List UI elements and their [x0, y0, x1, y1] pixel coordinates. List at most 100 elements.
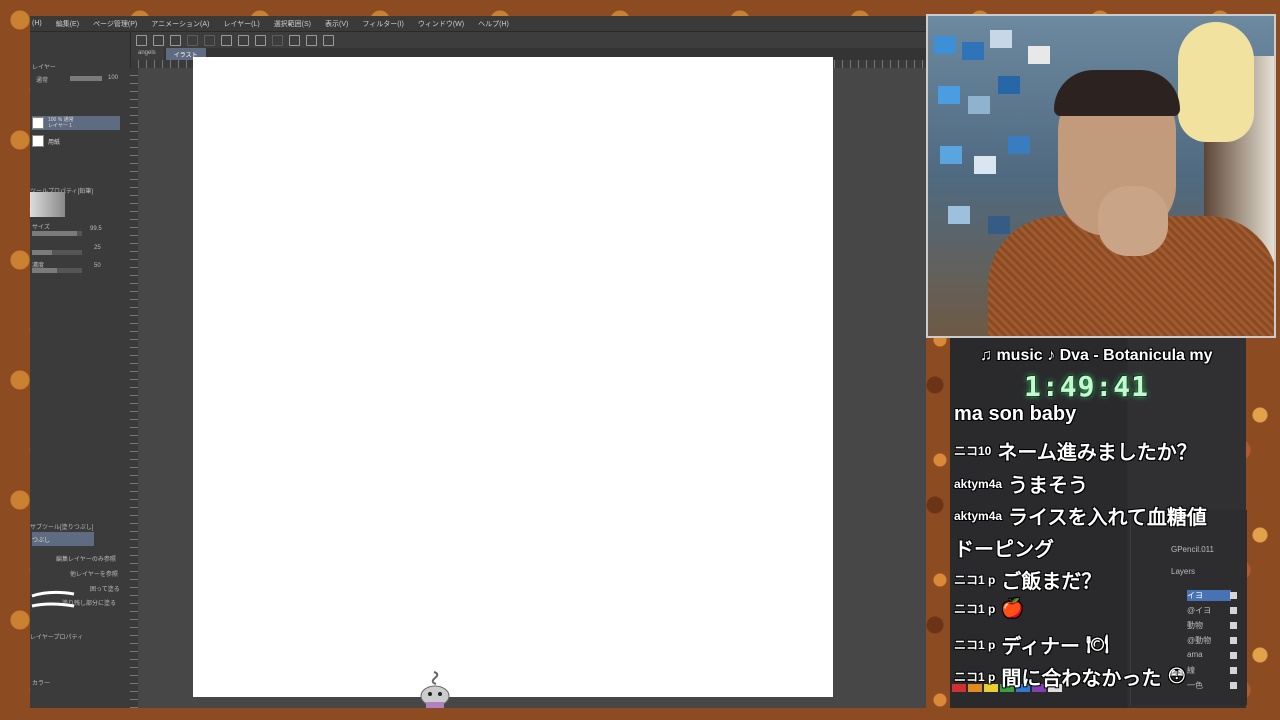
flushed-face-icon: 😳: [1167, 666, 1187, 686]
chat-message: aktym4a うまそう: [954, 469, 1088, 498]
stream-timer: 1:49:41: [1024, 370, 1150, 403]
chat-message: ニコ10 ネーム進みましたか？: [954, 436, 1197, 465]
save-icon[interactable]: [170, 34, 181, 46]
chat-message: ma son baby: [954, 403, 1076, 426]
visibility-checkbox[interactable]: [1230, 682, 1237, 689]
subtool-enclose[interactable]: 囲って塗る: [90, 584, 120, 593]
open-icon[interactable]: [153, 34, 164, 46]
chat-user: ニコ1 p: [954, 638, 996, 652]
plate-icon: 🍽: [1085, 634, 1109, 654]
chat-text: ディナー: [1001, 636, 1080, 658]
blender-layer-0[interactable]: イヨ: [1187, 590, 1231, 601]
command-bar: [130, 32, 926, 48]
menu-item-0[interactable]: (H): [32, 20, 42, 27]
chat-message: aktym4a ライスを入れて血糖値: [954, 501, 1207, 530]
chat-text: ドーピング: [954, 539, 1054, 561]
fill-icon[interactable]: [238, 34, 249, 46]
drawing-canvas[interactable]: [193, 57, 833, 697]
vertical-ruler: [130, 68, 138, 708]
undo-icon[interactable]: [187, 34, 198, 46]
chat-user: aktym4a: [954, 508, 1003, 523]
subtool-ref-edit[interactable]: 編集レイヤーのみ参照: [56, 554, 116, 563]
subtool-title: サブツール[塗りつぶし]: [30, 525, 94, 531]
deselect-icon[interactable]: [272, 34, 283, 46]
plush-toy: [1178, 22, 1254, 142]
visibility-checkbox[interactable]: [1230, 592, 1237, 599]
size-label: サイズ: [32, 225, 50, 231]
value2: 25: [94, 245, 101, 251]
chat-text: 間に合わなかった: [1001, 668, 1162, 690]
menu-item-layer[interactable]: レイヤー(L): [223, 19, 259, 29]
chat-user: ニコ1 p: [954, 602, 996, 616]
menu-item-animation[interactable]: アニメーション(A): [151, 19, 209, 29]
visibility-checkbox[interactable]: [1230, 667, 1237, 674]
chat-text: ネーム進みましたか？: [997, 442, 1197, 464]
opacity-value: 100: [108, 75, 119, 81]
layer-row-1[interactable]: 100 % 通常 レイヤー 1: [32, 116, 120, 130]
density-slider[interactable]: [32, 268, 82, 273]
redo-icon[interactable]: [204, 34, 215, 46]
now-playing: ♫ music ♪ Dva - Botanicula my: [980, 347, 1213, 364]
pen-icon[interactable]: [289, 34, 300, 46]
menu-item-edit[interactable]: 編集(E): [56, 19, 79, 29]
density-value: 50: [94, 263, 101, 269]
blender-layer-1[interactable]: @イヨ: [1187, 605, 1211, 616]
blender-layers-title: Layers: [1171, 567, 1196, 576]
transform-icon[interactable]: [255, 34, 266, 46]
size-slider[interactable]: [32, 231, 82, 236]
blender-layer-3[interactable]: @動物: [1187, 635, 1211, 646]
brush-preview: [30, 192, 65, 217]
subtool-selected-label: つぶし: [32, 537, 51, 544]
blender-layer-2[interactable]: 動物: [1187, 620, 1203, 631]
cat-mascot-icon: [420, 671, 450, 708]
chat-user: aktym4a: [954, 476, 1003, 491]
chat-message: ニコ1 p 🍎: [954, 598, 1024, 619]
subtool-ref-other[interactable]: 他レイヤーを参照: [70, 569, 118, 578]
clear-icon[interactable]: [221, 34, 232, 46]
ruler-icon[interactable]: [306, 34, 317, 46]
visibility-checkbox[interactable]: [1230, 607, 1237, 614]
menu-item-selection[interactable]: 選択範囲(S): [274, 19, 311, 29]
visibility-checkbox[interactable]: [1230, 622, 1237, 629]
visibility-checkbox[interactable]: [1230, 652, 1237, 659]
chat-text: ご飯まだ？: [1001, 571, 1102, 593]
left-panel: レイヤー 通常 100 100 % 通常 レイヤー 1 用紙 ツールプロパティ[…: [30, 32, 131, 708]
layer-property-title: レイヤープロパティ: [30, 635, 84, 641]
person-hand: [1098, 186, 1168, 256]
visibility-checkbox[interactable]: [1230, 637, 1237, 644]
chat-message: ニコ1 p ご飯まだ？: [954, 565, 1101, 594]
menu-item-filter[interactable]: フィルター(I): [362, 19, 403, 29]
menu-bar: (H) 編集(E) ページ管理(P) アニメーション(A) レイヤー(L) 選択…: [30, 16, 926, 32]
opacity-slider[interactable]: [70, 76, 102, 81]
tab-angels[interactable]: angels: [130, 48, 164, 60]
layer-name: 用紙: [48, 139, 61, 146]
chat-user: ニコ10: [954, 444, 992, 458]
layer-row-paper[interactable]: 用紙: [32, 134, 120, 148]
new-file-icon[interactable]: [136, 34, 147, 46]
layer-thumbnail: [32, 117, 44, 129]
color-label[interactable]: カラー: [32, 678, 50, 687]
menu-item-help[interactable]: ヘルプ(H): [478, 19, 509, 29]
menu-item-window[interactable]: ウィンドウ(W): [418, 19, 464, 29]
chat-message: ニコ1 p 間に合わなかった 😳: [954, 662, 1186, 691]
chat-message: ニコ1 p ディナー 🍽: [954, 630, 1109, 659]
gpencil-object[interactable]: GPencil.011: [1171, 545, 1214, 554]
blender-layer-5[interactable]: 線: [1187, 665, 1195, 676]
stroke-preview: [31, 590, 75, 608]
blender-layer-4[interactable]: ama: [1187, 650, 1203, 659]
value2-slider[interactable]: [32, 250, 82, 255]
subtool-selected[interactable]: つぶし: [32, 532, 94, 546]
chat-user: ニコ1 p: [954, 670, 996, 684]
apple-icon: 🍎: [1001, 598, 1024, 618]
person-hair: [1054, 70, 1180, 116]
size-value: 99.5: [90, 226, 102, 232]
settings-icon[interactable]: [323, 34, 334, 46]
menu-item-view[interactable]: 表示(V): [325, 19, 348, 29]
chat-message: ドーピング: [954, 533, 1054, 562]
blend-mode-select[interactable]: 通常: [36, 75, 48, 84]
layer-thumbnail: [32, 135, 44, 147]
layer-panel-title: レイヤー: [32, 65, 56, 71]
menu-item-page[interactable]: ページ管理(P): [93, 19, 137, 29]
chat-text: うまそう: [1008, 475, 1089, 497]
blender-layer-6[interactable]: 一色: [1187, 680, 1203, 691]
